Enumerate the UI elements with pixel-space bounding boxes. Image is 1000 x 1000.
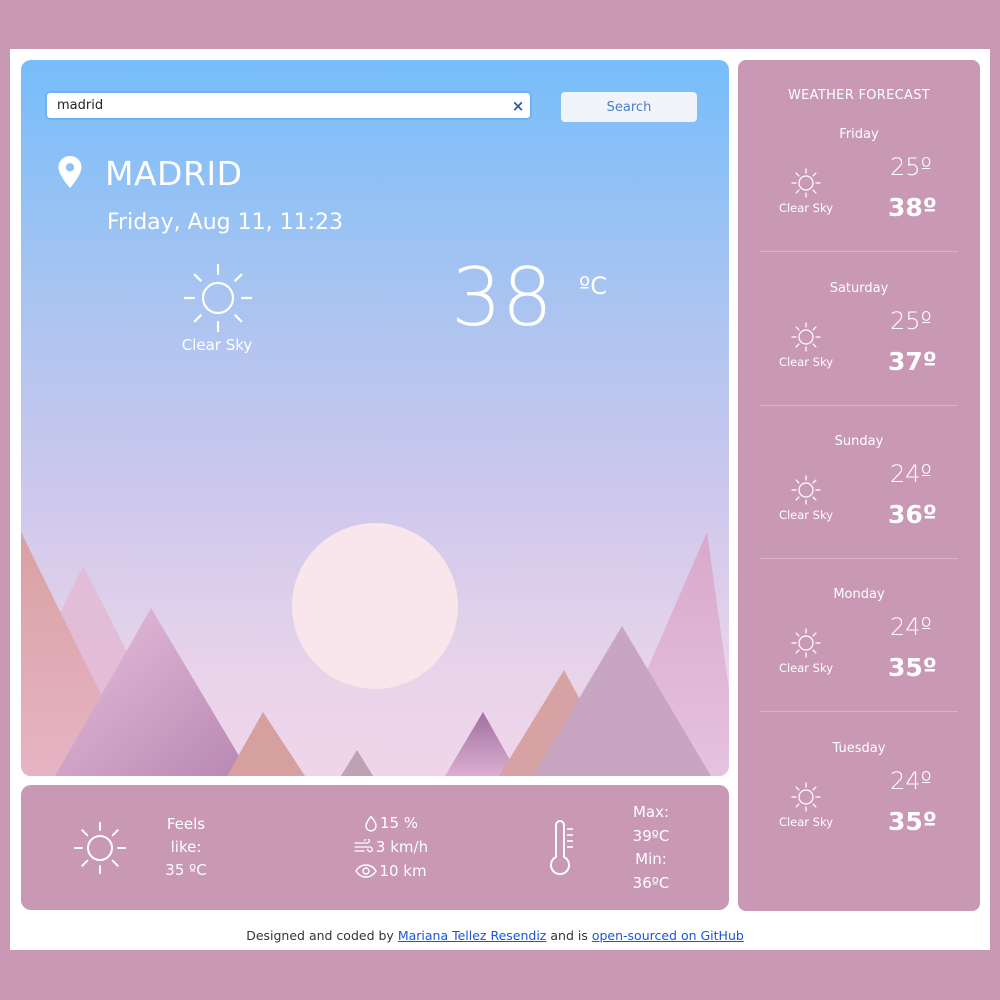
forecast-day-name: Friday xyxy=(839,127,879,142)
current-temperature: 38 xyxy=(451,251,553,344)
forecast-title: WEATHER FORECAST xyxy=(788,88,930,103)
forecast-min-temp: 25º xyxy=(890,153,932,181)
forecast-day-name: Sunday xyxy=(834,434,884,449)
forecast-description: Clear Sky xyxy=(778,201,834,215)
github-link[interactable]: open-sourced on GitHub xyxy=(592,928,744,943)
forecast-description: Clear Sky xyxy=(778,355,834,369)
forecast-description: Clear Sky xyxy=(778,661,834,675)
min-label: Min: xyxy=(635,850,667,868)
weather-details-panel: Feels like: 35 ºC 15 % 3 km/h 10 km Max:… xyxy=(21,785,729,910)
max-label: Max: xyxy=(632,803,670,821)
wind-icon xyxy=(354,839,373,853)
forecast-day: Friday Clear Sky 25º 38º xyxy=(760,127,958,280)
forecast-day: Tuesday Clear Sky 24º 35º xyxy=(760,741,958,894)
search-input[interactable] xyxy=(45,91,532,120)
divider xyxy=(760,251,958,252)
max-min-temperature: Max: 39ºC Min: 36ºC xyxy=(619,801,683,895)
forecast-min-temp: 24º xyxy=(890,767,932,795)
forecast-max-temp: 35º xyxy=(888,807,937,836)
sun-icon xyxy=(74,822,126,874)
location-pin-icon xyxy=(58,156,82,188)
eye-icon xyxy=(355,864,378,878)
feels-like-value: 35 ºC xyxy=(165,861,207,879)
weather-stats: 15 % 3 km/h 10 km xyxy=(331,811,451,883)
droplet-icon xyxy=(365,814,377,831)
min-value: 36ºC xyxy=(632,873,670,892)
sun-icon xyxy=(791,322,821,352)
feels-like-label: like: xyxy=(170,838,202,856)
forecast-max-temp: 35º xyxy=(888,653,937,682)
max-value: 39ºC xyxy=(632,826,670,845)
temperature-unit: ºC xyxy=(579,272,608,300)
forecast-max-temp: 38º xyxy=(888,193,937,222)
divider xyxy=(760,405,958,406)
humidity-value: 15 % xyxy=(379,814,419,832)
forecast-description: Clear Sky xyxy=(778,815,834,829)
forecast-description: Clear Sky xyxy=(778,508,834,522)
forecast-day-name: Saturday xyxy=(829,281,889,296)
sun-icon xyxy=(791,475,821,505)
footer-text: Designed and coded by xyxy=(246,928,394,943)
feels-like-label: Feels xyxy=(166,815,206,833)
divider xyxy=(760,711,958,712)
sun-icon xyxy=(791,168,821,198)
weather-forecast-panel: WEATHER FORECAST Friday Clear Sky 25º 38… xyxy=(738,60,980,911)
forecast-max-temp: 37º xyxy=(888,347,937,376)
wind-value: 3 km/h xyxy=(375,838,429,856)
forecast-day: Saturday Clear Sky 25º 37º xyxy=(760,281,958,434)
sun-icon xyxy=(791,628,821,658)
thermometer-icon xyxy=(550,820,573,875)
forecast-day: Sunday Clear Sky 24º 36º xyxy=(760,434,958,587)
sun-icon xyxy=(183,263,253,333)
author-link[interactable]: Mariana Tellez Resendiz xyxy=(398,928,547,943)
current-description: Clear Sky xyxy=(181,336,253,354)
city-name: MADRID xyxy=(105,154,243,193)
humidity-row: 15 % xyxy=(331,811,451,835)
wind-row: 3 km/h xyxy=(331,835,451,859)
forecast-min-temp: 24º xyxy=(890,613,932,641)
sun-illustration xyxy=(292,523,458,689)
mountain xyxy=(227,712,305,776)
forecast-min-temp: 25º xyxy=(890,307,932,335)
forecast-day-name: Monday xyxy=(833,587,885,602)
current-datetime: Friday, Aug 11, 11:23 xyxy=(107,210,343,235)
close-icon[interactable]: × xyxy=(510,98,526,114)
current-weather-panel: × Search MADRID Friday, Aug 11, 11:23 Cl… xyxy=(21,60,729,776)
mountain xyxy=(341,750,373,776)
forecast-min-temp: 24º xyxy=(890,460,932,488)
visibility-value: 10 km xyxy=(379,862,427,880)
footer: Designed and coded by Mariana Tellez Res… xyxy=(0,928,990,943)
divider xyxy=(760,558,958,559)
footer-text: and is xyxy=(550,928,588,943)
forecast-max-temp: 36º xyxy=(888,500,937,529)
forecast-day: Monday Clear Sky 24º 35º xyxy=(760,587,958,740)
feels-like: Feels like: 35 ºC xyxy=(151,813,221,882)
search-button[interactable]: Search xyxy=(561,92,697,122)
visibility-row: 10 km xyxy=(331,859,451,883)
sun-icon xyxy=(791,782,821,812)
forecast-day-name: Tuesday xyxy=(832,741,886,756)
